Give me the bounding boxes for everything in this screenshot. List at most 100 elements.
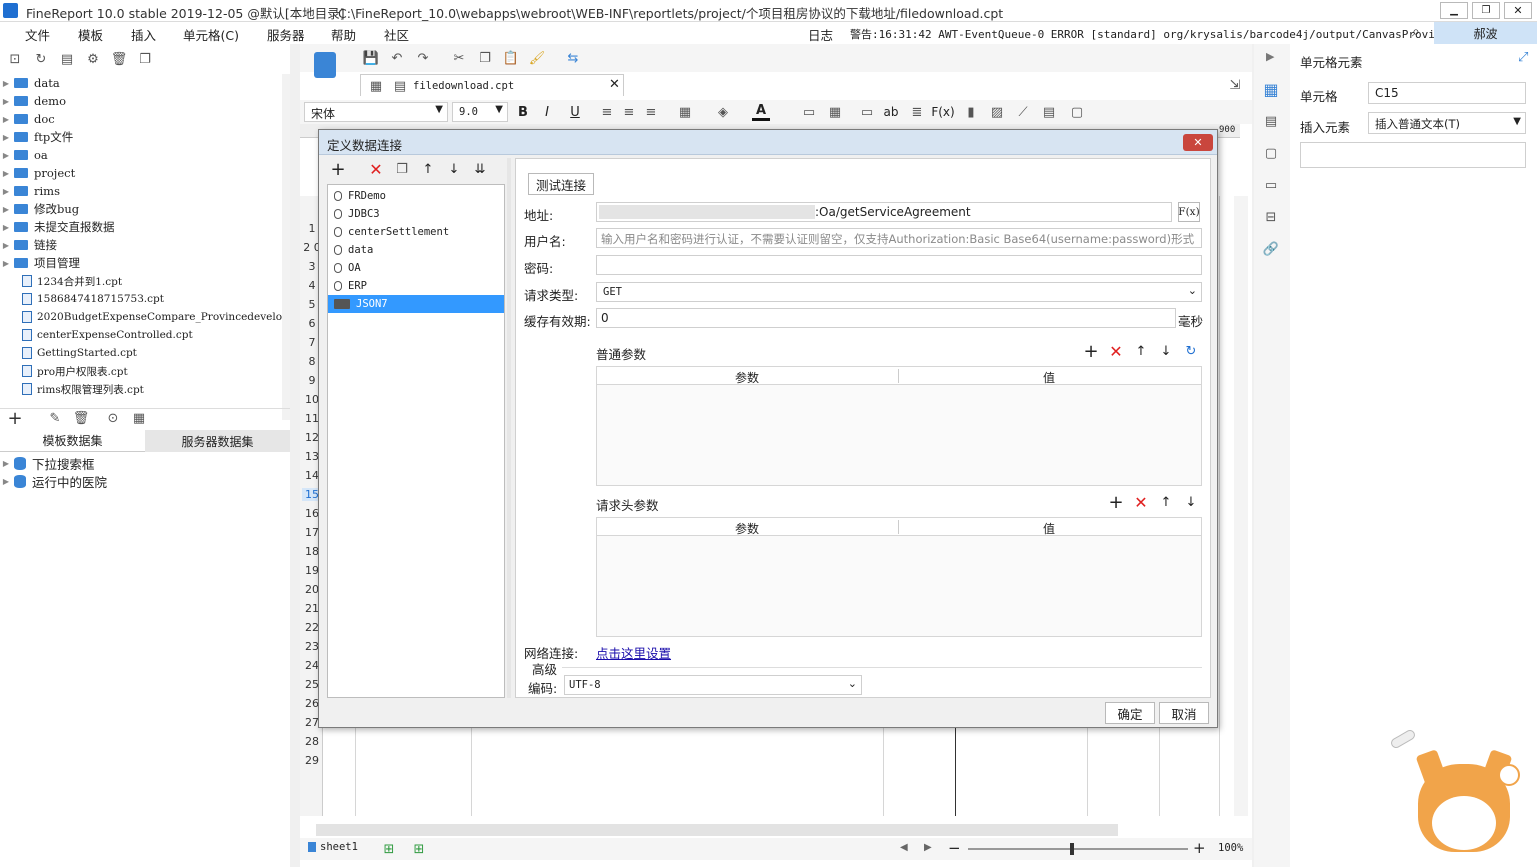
- chart-icon[interactable]: ▮: [962, 103, 980, 121]
- split-icon[interactable]: ▦: [826, 103, 844, 121]
- fill-color-icon[interactable]: ◈: [714, 103, 732, 121]
- add-dataset-icon[interactable]: +: [6, 408, 24, 429]
- expand-icon[interactable]: ⤢: [1518, 50, 1528, 65]
- editor-tab[interactable]: ▦ ▤ filedownload.cpt ✕: [360, 74, 624, 96]
- row-header-label[interactable]: 29: [302, 754, 322, 767]
- cache-input[interactable]: 0: [596, 308, 1176, 328]
- undo-icon[interactable]: ↶: [388, 49, 406, 67]
- zoom-handle[interactable]: [1070, 843, 1074, 855]
- collapse-left-icon[interactable]: ▶: [1266, 50, 1274, 63]
- add-connection-icon[interactable]: +: [329, 159, 347, 180]
- tree-folder[interactable]: ▶ rims: [0, 182, 60, 200]
- tree-folder[interactable]: ▶ 修改bug: [0, 200, 79, 218]
- next-page-icon[interactable]: ▶: [924, 842, 932, 853]
- tree-folder[interactable]: ▶ oa: [0, 146, 48, 164]
- tree-folder[interactable]: ▶ data: [0, 74, 60, 92]
- tree-file[interactable]: GettingStarted.cpt: [0, 344, 137, 362]
- add-header-icon[interactable]: +: [1107, 492, 1125, 513]
- horizontal-scrollbar[interactable]: [316, 824, 1118, 836]
- header-down-icon[interactable]: ↓: [1182, 493, 1200, 511]
- password-input[interactable]: [596, 255, 1202, 275]
- border-icon[interactable]: ▦: [676, 103, 694, 121]
- delete-connection-icon[interactable]: ✕: [367, 160, 385, 179]
- tree-folder[interactable]: ▶ demo: [0, 92, 66, 110]
- tab-template-dataset[interactable]: 模板数据集: [0, 430, 145, 452]
- rich-text-icon[interactable]: ≣: [908, 103, 926, 121]
- insert-text-icon[interactable]: ▭: [858, 103, 876, 121]
- redo-icon[interactable]: ↷: [414, 49, 432, 67]
- menu-community[interactable]: 社区: [384, 25, 409, 44]
- hyperlink-icon[interactable]: 🔗: [1262, 240, 1280, 258]
- tree-scrollbar[interactable]: [282, 74, 290, 420]
- edit-icon[interactable]: ✎: [46, 409, 64, 427]
- copy-icon[interactable]: ❐: [136, 50, 154, 68]
- connection-item[interactable]: OA: [328, 259, 504, 277]
- insert-select[interactable]: 插入普通文本(T) ▼: [1368, 112, 1526, 134]
- dialog-close-button[interactable]: ✕: [1183, 134, 1213, 151]
- tab-server-dataset[interactable]: 服务器数据集: [145, 430, 290, 452]
- tree-file[interactable]: 2020BudgetExpenseCompare_Provincedevelop: [0, 308, 289, 326]
- widget-icon[interactable]: ▭: [1262, 176, 1280, 194]
- merge-icon[interactable]: ▭: [800, 103, 818, 121]
- maximize-button[interactable]: ❐: [1472, 2, 1500, 19]
- copy-connection-icon[interactable]: ❐: [393, 160, 411, 178]
- swap-icon[interactable]: ⇆: [564, 49, 582, 67]
- zoom-out-icon[interactable]: −: [948, 839, 961, 857]
- add-sheet-icon[interactable]: ⊞: [380, 840, 398, 858]
- row-header-label[interactable]: 28: [302, 735, 322, 748]
- menu-insert[interactable]: 插入: [131, 25, 156, 44]
- delete-dataset-icon[interactable]: 🗑: [72, 409, 90, 427]
- delete-param-icon[interactable]: ✕: [1107, 342, 1125, 361]
- tab-menu-icon[interactable]: ⇲: [1226, 76, 1244, 94]
- move-down-icon[interactable]: ↓: [445, 160, 463, 178]
- dataset-item[interactable]: ▶ 运行中的医院: [0, 472, 107, 490]
- connection-item[interactable]: ERP: [328, 277, 504, 295]
- refresh-icon[interactable]: ↻: [32, 50, 50, 68]
- sort-icon[interactable]: ⇊: [471, 160, 489, 178]
- connection-item[interactable]: centerSettlement: [328, 223, 504, 241]
- cut-icon[interactable]: ✂: [450, 49, 468, 67]
- tree-folder[interactable]: ▶ 链接: [0, 236, 57, 254]
- connection-item[interactable]: JDBC3: [328, 205, 504, 223]
- param-refresh-icon[interactable]: ↻: [1182, 342, 1200, 360]
- formula-icon[interactable]: F(x): [931, 103, 954, 121]
- close-window-button[interactable]: ✕: [1504, 2, 1532, 19]
- minimize-button[interactable]: ▁: [1440, 2, 1468, 19]
- save-icon[interactable]: 💾: [362, 49, 380, 67]
- align-center-icon[interactable]: ≡: [620, 103, 638, 121]
- tree-folder[interactable]: ▶ ftp文件: [0, 128, 73, 146]
- close-tab-icon[interactable]: ✕: [609, 77, 620, 92]
- tree-file[interactable]: centerExpenseControlled.cpt: [0, 326, 193, 344]
- menu-server[interactable]: 服务器: [267, 25, 305, 44]
- tree-folder[interactable]: ▶ project: [0, 164, 75, 182]
- menu-file[interactable]: 文件: [25, 25, 50, 44]
- copy-icon[interactable]: ❐: [476, 49, 494, 67]
- network-settings-link[interactable]: 点击这里设置: [596, 643, 671, 662]
- tree-file[interactable]: 158684741871575З.cpt: [0, 290, 164, 308]
- zoom-in-icon[interactable]: +: [1193, 839, 1206, 857]
- param-down-icon[interactable]: ↓: [1157, 342, 1175, 360]
- format-brush-icon[interactable]: 🖌: [528, 49, 546, 67]
- sheet-tab[interactable]: sheet1: [308, 841, 358, 853]
- table-icon[interactable]: ▦: [130, 409, 148, 427]
- menu-template[interactable]: 模板: [78, 25, 103, 44]
- headers-table[interactable]: 参数 值: [596, 517, 1202, 637]
- slash-icon[interactable]: ⟋: [1014, 103, 1032, 121]
- param-up-icon[interactable]: ↑: [1132, 342, 1150, 360]
- font-select[interactable]: 宋体 ▼: [304, 102, 448, 122]
- vertical-scrollbar[interactable]: [1234, 196, 1248, 816]
- cancel-button[interactable]: 取消: [1159, 702, 1209, 724]
- method-select[interactable]: GET ⌄: [596, 282, 1202, 302]
- subreport-icon[interactable]: ▤: [1040, 103, 1058, 121]
- log-link[interactable]: 日志: [808, 25, 833, 44]
- paste-icon[interactable]: 📋: [502, 49, 520, 67]
- underline-icon[interactable]: U: [566, 103, 584, 121]
- connection-item[interactable]: FRDemo: [328, 187, 504, 205]
- align-right-icon[interactable]: ≡: [642, 103, 660, 121]
- tree-folder[interactable]: ▶ 项目管理: [0, 254, 80, 272]
- add-poly-sheet-icon[interactable]: ⊞: [410, 840, 428, 858]
- cell-field[interactable]: C15: [1368, 82, 1526, 104]
- delete-icon[interactable]: 🗑: [110, 50, 128, 68]
- user-badge[interactable]: 郝波: [1434, 22, 1537, 44]
- open-icon[interactable]: ▤: [58, 50, 76, 68]
